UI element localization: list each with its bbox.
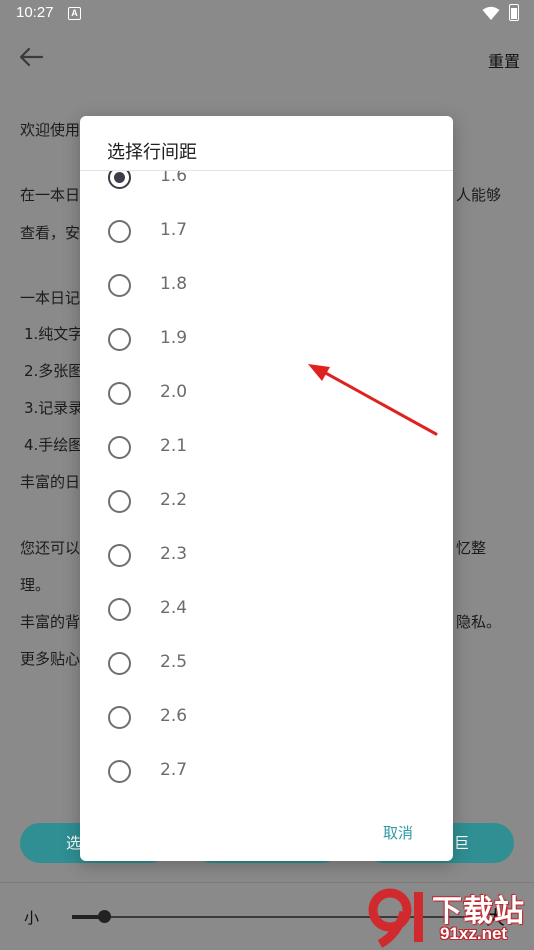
option-label: 1.6 <box>160 171 188 186</box>
line-spacing-option[interactable]: 2.3 <box>80 529 453 583</box>
radio-unchecked-icon[interactable] <box>108 274 131 297</box>
option-label: 1.7 <box>160 220 188 240</box>
option-label: 2.2 <box>160 490 188 510</box>
radio-unchecked-icon[interactable] <box>108 760 131 783</box>
radio-checked-icon[interactable] <box>108 171 131 189</box>
radio-unchecked-icon[interactable] <box>108 490 131 513</box>
slider-small-label: 小 <box>24 909 40 927</box>
bg-line: 2.多张图 <box>24 362 84 380</box>
line-spacing-option[interactable]: 2.5 <box>80 637 453 691</box>
wifi-icon <box>482 6 500 20</box>
radio-unchecked-icon[interactable] <box>108 598 131 621</box>
option-label: 2.3 <box>160 544 188 564</box>
option-label: 1.9 <box>160 328 188 348</box>
option-label: 2.4 <box>160 598 188 618</box>
bg-line: 1.纯文字 <box>24 325 84 343</box>
line-spacing-option[interactable]: 2.6 <box>80 691 453 745</box>
option-label: 2.0 <box>160 382 188 402</box>
status-bar: 10:27 A <box>0 0 534 28</box>
bg-line-right: 人能够 <box>456 186 502 204</box>
option-label: 2.1 <box>160 436 188 456</box>
bg-line: 您还可以 <box>20 539 81 557</box>
line-spacing-option[interactable]: 1.7 <box>80 205 453 259</box>
line-spacing-option[interactable]: 2.4 <box>80 583 453 637</box>
bg-line: 在一本日 <box>20 186 81 204</box>
app-bar: 重置 <box>0 28 534 88</box>
line-spacing-option[interactable]: 1.8 <box>80 259 453 313</box>
bg-line: 更多贴心 <box>20 650 81 668</box>
option-label: 2.5 <box>160 652 188 672</box>
bg-line: 丰富的日 <box>20 473 81 491</box>
line-spacing-option[interactable]: 2.7 <box>80 745 453 799</box>
radio-unchecked-icon[interactable] <box>108 382 131 405</box>
cancel-button[interactable]: 取消 <box>383 822 413 843</box>
battery-icon <box>509 4 519 21</box>
notification-icon: A <box>68 7 81 20</box>
status-time: 10:27 <box>16 4 54 21</box>
watermark-logo-icon <box>368 888 423 948</box>
bg-line: 理。 <box>20 576 51 594</box>
dialog-title: 选择行间距 <box>107 142 197 163</box>
bg-line: 4.手绘图 <box>24 436 84 454</box>
slider-thumb[interactable] <box>98 910 111 923</box>
annotation-arrow-icon <box>308 364 438 436</box>
bg-line-right: 忆整 <box>456 539 487 557</box>
radio-unchecked-icon[interactable] <box>108 544 131 567</box>
watermark-domain: 91xz.net <box>440 924 508 943</box>
bg-line: 一本日记 <box>20 289 81 307</box>
line-spacing-option[interactable]: 2.2 <box>80 475 453 529</box>
line-spacing-option[interactable]: 1.6 <box>80 171 453 205</box>
bg-line: 丰富的背 <box>20 613 81 631</box>
radio-unchecked-icon[interactable] <box>108 706 131 729</box>
option-label: 2.6 <box>160 706 188 726</box>
radio-unchecked-icon[interactable] <box>108 652 131 675</box>
line-spacing-dialog: 选择行间距 1.6 1.7 1.8 1.9 2.0 2.1 2.2 2.3 2.4 2.5 2.6 2… <box>80 116 453 861</box>
bottom-button-right-label: 巨 <box>454 834 470 852</box>
reset-button[interactable]: 重置 <box>488 48 520 72</box>
bg-line-right: 隐私。 <box>456 613 502 631</box>
radio-unchecked-icon[interactable] <box>108 220 131 243</box>
radio-unchecked-icon[interactable] <box>108 436 131 459</box>
bg-line: 查看，安 <box>20 224 81 242</box>
option-label: 1.8 <box>160 274 188 294</box>
bg-line: 3.记录录 <box>24 399 84 417</box>
radio-unchecked-icon[interactable] <box>108 328 131 351</box>
bg-line: 欢迎使用 <box>20 121 81 139</box>
bottom-button-left-label: 选 <box>66 834 82 852</box>
back-arrow-icon[interactable] <box>18 46 44 68</box>
line-spacing-options: 1.6 1.7 1.8 1.9 2.0 2.1 2.2 2.3 2.4 2.5 2.6 2.7 <box>80 171 453 811</box>
option-label: 2.7 <box>160 760 188 780</box>
